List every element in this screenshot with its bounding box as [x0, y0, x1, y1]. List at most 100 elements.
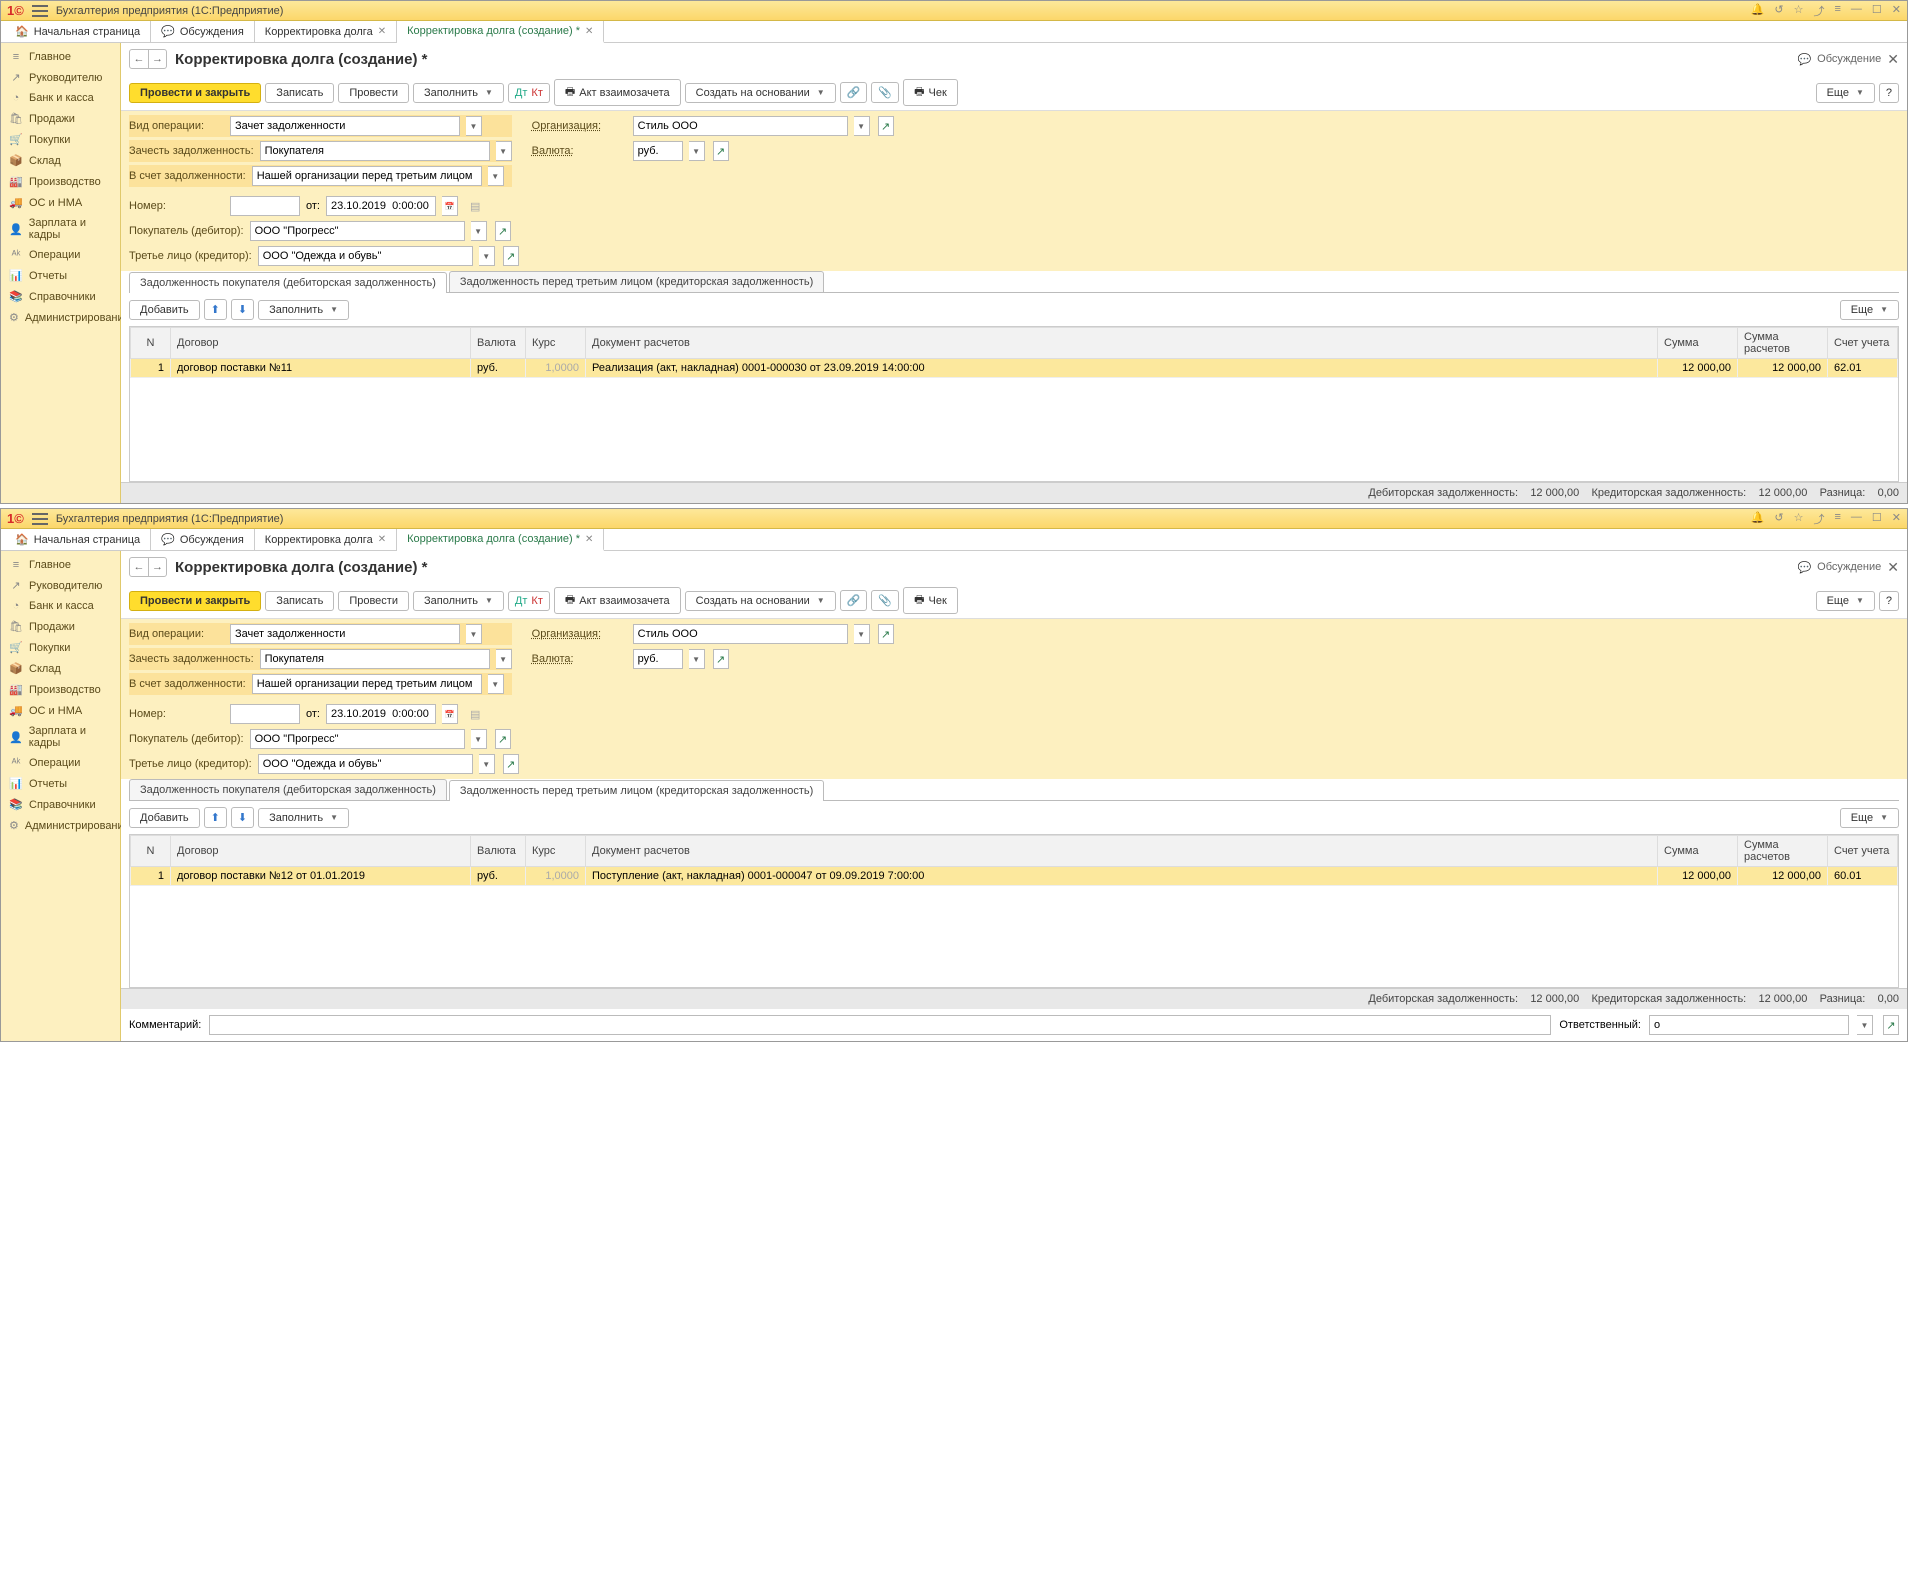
open-icon[interactable]: ↗	[503, 754, 519, 774]
tab-close-icon[interactable]: ✕	[585, 534, 593, 545]
open-icon[interactable]: ↗	[878, 116, 894, 136]
dropdown-icon[interactable]: ▼	[471, 221, 487, 241]
more-button[interactable]: Еще▼	[1816, 83, 1875, 103]
bell-icon[interactable]: 🔔	[1751, 3, 1765, 19]
fill-button[interactable]: Заполнить▼	[413, 83, 504, 103]
tab-close-icon[interactable]: ✕	[378, 26, 386, 37]
curr-input[interactable]	[633, 649, 683, 669]
page-close-icon[interactable]: ✕	[1887, 559, 1899, 576]
sidebar-item-warehouse[interactable]: 📦Склад	[1, 658, 120, 679]
post-button[interactable]: Провести	[338, 83, 409, 103]
sidebar-item-operations[interactable]: ᴬᵏОперации	[1, 753, 120, 773]
attach-button[interactable]: 📎	[871, 82, 899, 103]
date-input[interactable]	[326, 196, 436, 216]
col-contract[interactable]: Договор	[171, 328, 471, 359]
bell-icon[interactable]: 🔔	[1751, 511, 1765, 527]
dropdown-icon[interactable]: ▼	[689, 649, 705, 669]
history-icon[interactable]: ↺	[1774, 3, 1783, 19]
discuss-icon[interactable]: 💬	[1797, 53, 1811, 66]
move-down-button[interactable]: ⬇	[231, 807, 254, 828]
sidebar-item-admin[interactable]: ⚙Администрирование	[1, 815, 120, 836]
dropdown-icon[interactable]: ▼	[466, 624, 482, 644]
cheque-button[interactable]: 🖶 Чек	[903, 79, 958, 106]
minimize-icon[interactable]: —	[1851, 3, 1862, 19]
buyer-input[interactable]	[250, 729, 465, 749]
dtktbtn[interactable]: ДтКт	[508, 591, 550, 611]
related-button[interactable]: 🔗	[840, 590, 868, 611]
sidebar-item-manager[interactable]: ↗Руководителю	[1, 67, 120, 88]
sidebar-item-admin[interactable]: ⚙Администрирование	[1, 307, 120, 328]
col-sum-calc[interactable]: Сумма расчетов	[1738, 328, 1828, 359]
col-sum[interactable]: Сумма	[1658, 836, 1738, 867]
sidebar-item-sales[interactable]: 🛍Продажи	[1, 108, 120, 129]
table-more-button[interactable]: Еще▼	[1840, 808, 1899, 828]
add-button[interactable]: Добавить	[129, 300, 200, 320]
sidebar-item-catalogs[interactable]: 📚Справочники	[1, 286, 120, 307]
settlement-button[interactable]: 🖶 Акт взаимозачета	[554, 79, 681, 106]
offset-input[interactable]	[260, 141, 490, 161]
sidebar-item-assets[interactable]: 🚚ОС и НМА	[1, 700, 120, 721]
discuss-label[interactable]: Обсуждение	[1817, 53, 1881, 65]
tab-debt-adjust[interactable]: Корректировка долга✕	[255, 21, 397, 42]
dropdown-icon[interactable]: ▼	[496, 141, 512, 161]
close-window-icon[interactable]: ✕	[1892, 511, 1901, 527]
nav-forward[interactable]: →	[148, 558, 166, 576]
sidebar-item-bank[interactable]: ◔Банк и касса	[1, 88, 120, 108]
post-button[interactable]: Провести	[338, 591, 409, 611]
dropdown-icon[interactable]: ▼	[488, 674, 504, 694]
help-button[interactable]: ?	[1879, 591, 1899, 611]
settings-icon[interactable]: ≡	[1834, 511, 1840, 527]
sidebar-item-operations[interactable]: ᴬᵏОперации	[1, 245, 120, 265]
page-close-icon[interactable]: ✕	[1887, 51, 1899, 68]
post-close-button[interactable]: Провести и закрыть	[129, 83, 261, 103]
dropdown-icon[interactable]: ▼	[488, 166, 504, 186]
move-up-button[interactable]: ⬆	[204, 807, 227, 828]
related-button[interactable]: 🔗	[840, 82, 868, 103]
discuss-label[interactable]: Обсуждение	[1817, 561, 1881, 573]
move-up-button[interactable]: ⬆	[204, 299, 227, 320]
offset-input[interactable]	[260, 649, 490, 669]
sidebar-item-salary[interactable]: 👤Зарплата и кадры	[1, 721, 120, 753]
tab-close-icon[interactable]: ✕	[585, 26, 593, 37]
sidebar-item-production[interactable]: 🏭Производство	[1, 679, 120, 700]
sidebar-item-manager[interactable]: ↗Руководителю	[1, 575, 120, 596]
third-input[interactable]	[258, 246, 473, 266]
buyer-input[interactable]	[250, 221, 465, 241]
dropdown-icon[interactable]: ▼	[854, 624, 870, 644]
close-window-icon[interactable]: ✕	[1892, 3, 1901, 19]
dropdown-icon[interactable]: ▼	[496, 649, 512, 669]
open-icon[interactable]: ↗	[713, 649, 729, 669]
against-input[interactable]	[252, 674, 482, 694]
table-fill-button[interactable]: Заполнить▼	[258, 300, 349, 320]
col-rate[interactable]: Курс	[526, 836, 586, 867]
sidebar-item-bank[interactable]: ◔Банк и касса	[1, 596, 120, 616]
resp-input[interactable]	[1649, 1015, 1849, 1035]
sidebar-item-main[interactable]: ≡Главное	[1, 47, 120, 67]
link-icon[interactable]: ⤴	[1813, 511, 1824, 527]
open-icon[interactable]: ↗	[495, 729, 511, 749]
dropdown-icon[interactable]: ▼	[479, 246, 495, 266]
cheque-button[interactable]: 🖶 Чек	[903, 587, 958, 614]
sidebar-item-purchases[interactable]: 🛒Покупки	[1, 129, 120, 150]
tab-debt-adjust[interactable]: Корректировка долга✕	[255, 529, 397, 550]
sidebar-item-main[interactable]: ≡Главное	[1, 555, 120, 575]
tab-close-icon[interactable]: ✕	[378, 534, 386, 545]
more-button[interactable]: Еще▼	[1816, 591, 1875, 611]
fill-button[interactable]: Заполнить▼	[413, 591, 504, 611]
sidebar-item-sales[interactable]: 🛍Продажи	[1, 616, 120, 637]
open-icon[interactable]: ↗	[503, 246, 519, 266]
calendar-icon[interactable]: 📅	[442, 196, 458, 216]
tab-debt-create[interactable]: Корректировка долга (создание) *✕	[397, 21, 604, 43]
attach-button[interactable]: 📎	[871, 590, 899, 611]
open-icon[interactable]: ↗	[713, 141, 729, 161]
maximize-icon[interactable]: ☐	[1872, 3, 1882, 19]
dropdown-icon[interactable]: ▼	[479, 754, 495, 774]
create-on-button[interactable]: Создать на основании▼	[685, 83, 836, 103]
against-input[interactable]	[252, 166, 482, 186]
num-input[interactable]	[230, 196, 300, 216]
col-curr[interactable]: Валюта	[471, 328, 526, 359]
tab-discussions[interactable]: 💬Обсуждения	[151, 529, 255, 550]
curr-input[interactable]	[633, 141, 683, 161]
comment-input[interactable]	[209, 1015, 1551, 1035]
tab-home[interactable]: 🏠 Начальная страница	[5, 21, 151, 42]
